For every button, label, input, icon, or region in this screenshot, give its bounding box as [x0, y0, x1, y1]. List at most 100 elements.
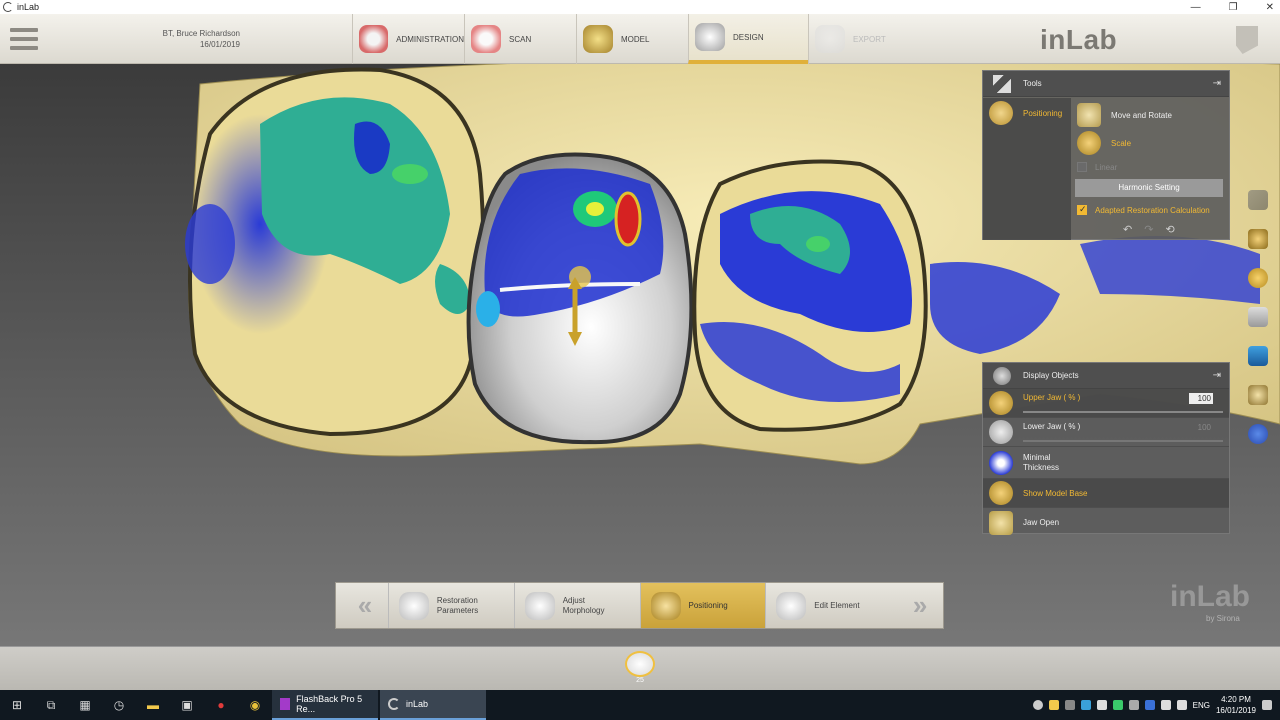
jaw-open-row[interactable]: Jaw Open — [983, 508, 1229, 537]
lower-jaw-value[interactable]: 100 — [1189, 422, 1213, 433]
linear-option[interactable]: Linear — [1077, 157, 1227, 177]
wifi-tray-icon[interactable] — [1160, 700, 1171, 710]
minimize-button[interactable]: — — [1191, 2, 1201, 13]
taskbar-app-flashback[interactable]: FlashBack Pro 5 Re... — [272, 690, 378, 720]
lower-jaw-row[interactable]: Lower Jaw ( % ) 100 — [983, 418, 1229, 447]
taskbar-app-inlab[interactable]: inLab — [380, 690, 486, 720]
flashback-icon — [280, 698, 291, 710]
model-shortcut-icon[interactable] — [1248, 385, 1268, 405]
tooth-25-selector[interactable] — [625, 651, 655, 677]
cloud-tray-icon[interactable] — [1096, 700, 1107, 710]
pin-panel-icon[interactable]: ⇥ — [1213, 370, 1221, 381]
tools-categories: Positioning — [983, 98, 1071, 240]
adapted-restoration-option[interactable]: Adapted Restoration Calculation — [1077, 201, 1227, 219]
history-controls: ↶ ↷ ⟲ — [1123, 223, 1175, 236]
tools-shortcut-icon[interactable] — [1248, 229, 1268, 249]
undo-icon[interactable]: ↶ — [1123, 223, 1132, 236]
screenshot-icon[interactable] — [1248, 307, 1268, 327]
model-icon — [583, 25, 613, 53]
chrome-icon[interactable]: ◉ — [238, 690, 272, 720]
phase-restoration-parameters[interactable]: Restoration Parameters — [387, 583, 514, 628]
file-explorer-icon[interactable]: ▬ — [136, 690, 170, 720]
display-tray-icon[interactable] — [1128, 700, 1139, 710]
step-design[interactable]: DESIGN — [688, 14, 808, 64]
pin-panel-icon[interactable]: ⇥ — [1213, 78, 1221, 89]
upper-jaw-row[interactable]: Upper Jaw ( % ) 100 — [983, 389, 1229, 418]
scan-jaw-icon — [471, 25, 501, 53]
inlab-watermark: inLab by Sirona — [1170, 580, 1250, 623]
previous-phase-button[interactable]: « — [336, 583, 388, 628]
windows-start-icon[interactable]: ⊞ — [0, 690, 34, 720]
workflow-bar: BT, Bruce Richardson 16/01/2019 ADMINIST… — [0, 14, 1280, 64]
window-titlebar: inLab — ❐ ✕ — [0, 0, 1280, 14]
tooth-shield-icon[interactable] — [1236, 26, 1258, 54]
scale-tool[interactable]: Scale — [1077, 129, 1227, 157]
upper-jaw-slider[interactable] — [1023, 411, 1223, 413]
linear-checkbox[interactable] — [1077, 162, 1087, 172]
reset-icon[interactable]: ⟲ — [1165, 223, 1174, 236]
phase-edit-element[interactable]: Edit Element — [765, 583, 891, 628]
calculator-icon[interactable]: ▦ — [68, 690, 102, 720]
taskbar: ⊞ ⧉ ▦ ◷ ▬ ▣ ● ◉ FlashBack Pro 5 Re... in… — [0, 690, 1280, 720]
category-positioning[interactable]: Positioning — [983, 98, 1071, 128]
export-icon — [815, 25, 845, 53]
patient-name: BT, Bruce Richardson — [162, 29, 240, 38]
display-objects-icon — [993, 366, 1011, 385]
green-tray-icon[interactable] — [1112, 700, 1123, 710]
3d-viewport[interactable]: Tools ⇥ Positioning Move and Rotate Scal… — [0, 64, 1280, 646]
upper-jaw-icon — [989, 391, 1013, 415]
inlab-taskbar-icon — [388, 698, 400, 710]
monitor-icon[interactable] — [1248, 346, 1268, 366]
tooth-selector-strip: 25 — [0, 646, 1280, 690]
network-tray-icon[interactable] — [1080, 700, 1091, 710]
step-administration[interactable]: ADMINISTRATION — [352, 14, 464, 64]
workflow-steps: ADMINISTRATION SCAN MODEL DESIGN EXPORT — [352, 14, 916, 64]
move-rotate-icon — [1077, 103, 1101, 127]
harmonic-setting-button[interactable]: Harmonic Setting — [1075, 179, 1223, 197]
move-rotate-tool[interactable]: Move and Rotate — [1077, 101, 1227, 129]
system-tray: ENG 4:20 PM 16/01/2019 — [1032, 690, 1280, 720]
cube-view-icon[interactable] — [1248, 190, 1268, 210]
minimal-thickness-icon — [989, 450, 1013, 475]
patient-info: BT, Bruce Richardson 16/01/2019 — [150, 28, 240, 50]
minimal-thickness-row[interactable]: Minimal Thickness — [983, 447, 1229, 479]
display-objects-panel: Display Objects ⇥ Upper Jaw ( % ) 100 Lo… — [982, 362, 1230, 537]
notifications-icon[interactable] — [1262, 700, 1272, 710]
search-tray-icon[interactable] — [1032, 700, 1043, 710]
upper-jaw-value[interactable]: 100 — [1189, 393, 1213, 404]
tooth-parameters-icon — [398, 591, 429, 620]
step-model[interactable]: MODEL — [576, 14, 688, 64]
lower-jaw-slider[interactable] — [1023, 440, 1223, 442]
close-button[interactable]: ✕ — [1266, 2, 1274, 13]
volume-tray-icon[interactable] — [1176, 700, 1187, 710]
bluetooth-tray-icon[interactable] — [1144, 700, 1155, 710]
adapted-restoration-checkbox[interactable] — [1077, 204, 1087, 215]
tools-icon — [993, 74, 1011, 93]
window-title: inLab — [17, 2, 40, 12]
folder-tray-icon[interactable] — [1048, 700, 1059, 710]
app-tray-icon[interactable] — [1064, 700, 1075, 710]
denture-icon — [359, 25, 389, 53]
step-scan[interactable]: SCAN — [464, 14, 576, 64]
menu-icon[interactable] — [10, 28, 38, 50]
task-view-icon[interactable]: ⧉ — [34, 690, 68, 720]
inlab-logo: inLab — [1040, 24, 1118, 55]
step-export[interactable]: EXPORT — [808, 14, 916, 64]
clock[interactable]: 4:20 PM 16/01/2019 — [1216, 694, 1256, 716]
phase-adjust-morphology[interactable]: Adjust Morphology — [513, 583, 640, 628]
show-model-base-row[interactable]: Show Model Base — [983, 479, 1229, 508]
store-icon[interactable]: ▣ — [170, 690, 204, 720]
design-crown-icon — [695, 23, 725, 51]
redo-icon[interactable]: ↷ — [1144, 223, 1153, 236]
morphology-icon — [524, 591, 555, 620]
red-app-icon[interactable]: ● — [204, 690, 238, 720]
tooth-shortcut-icon[interactable] — [1248, 424, 1268, 444]
alarm-clock-icon[interactable]: ◷ — [102, 690, 136, 720]
phase-positioning[interactable]: Positioning — [639, 583, 766, 628]
display-objects-header: Display Objects ⇥ — [983, 363, 1229, 389]
sun-light-icon[interactable] — [1248, 268, 1268, 288]
positioning-phase-icon — [650, 591, 681, 620]
next-phase-button[interactable]: » — [891, 583, 943, 628]
maximize-button[interactable]: ❐ — [1229, 2, 1238, 13]
language-indicator[interactable]: ENG — [1193, 701, 1210, 710]
